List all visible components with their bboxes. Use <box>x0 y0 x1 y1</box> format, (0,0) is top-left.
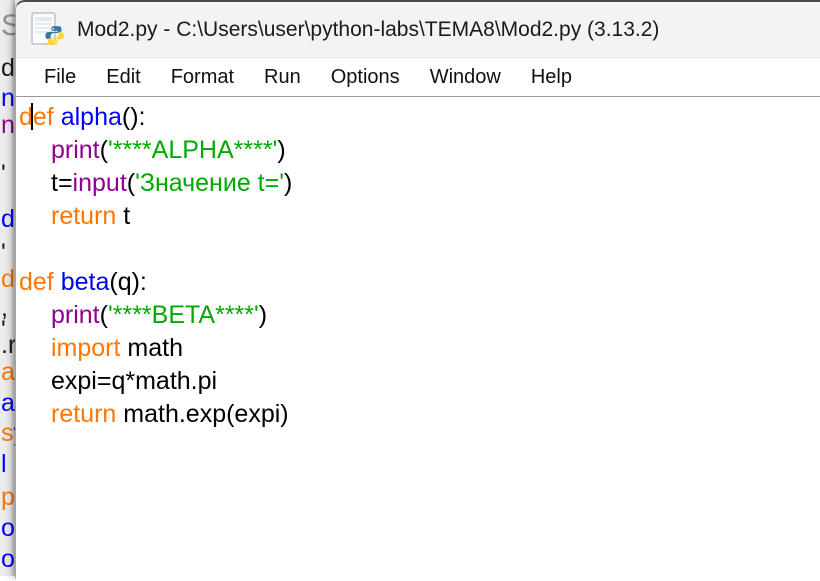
code-token-normal: ( <box>127 169 135 197</box>
menu-item-run[interactable]: Run <box>249 62 316 93</box>
code-token-string: 'Значение t=' <box>135 169 284 197</box>
bg-window-text-fragment: S <box>1 11 15 41</box>
code-token-keyword: def <box>19 268 61 296</box>
code-line: return math.exp(expi) <box>19 398 820 431</box>
bg-window-text-fragment: d <box>1 267 15 292</box>
menu-item-edit[interactable]: Edit <box>91 62 155 93</box>
bg-window-text-fragment: oc <box>1 547 15 572</box>
code-line: return t <box>19 200 820 233</box>
code-line: def alpha(): <box>19 101 820 134</box>
code-token-string: '****ALPHA****' <box>108 136 277 164</box>
code-token-keyword: def <box>19 103 61 131</box>
menu-bar: FileEditFormatRunOptionsWindowHelp <box>16 58 820 97</box>
code-line: print('****ALPHA****') <box>19 134 820 167</box>
code-token-normal: (): <box>122 103 146 131</box>
code-token-normal: (q): <box>109 268 147 296</box>
background-window-strip[interactable]: Sdincn'd'd,'.racasylpococ <box>0 0 15 576</box>
bg-window-text-fragment: d <box>1 207 15 232</box>
bg-window-text-fragment: nc <box>1 86 15 111</box>
bg-window-text-fragment: ' <box>1 241 6 266</box>
window-title: Mod2.py - C:\Users\user\python-labs\TEMA… <box>77 18 659 42</box>
code-token-builtin: input <box>73 169 127 197</box>
code-line: t=input('Значение t=') <box>19 167 820 200</box>
code-token-keyword: return <box>51 202 123 230</box>
code-token-normal: ) <box>259 301 267 329</box>
code-token-normal: math.exp(expi) <box>123 400 288 428</box>
code-token-definition: alpha <box>61 103 122 131</box>
code-token-builtin: print <box>51 136 100 164</box>
bg-window-text-fragment: oc <box>1 516 15 541</box>
bg-window-text-fragment: .r <box>1 333 15 358</box>
python-file-icon <box>31 12 65 48</box>
bg-window-text-fragment: ' <box>1 162 6 187</box>
menu-item-format[interactable]: Format <box>156 62 249 93</box>
code-token-string: '****BETA****' <box>108 301 259 329</box>
bg-window-text-fragment: ac <box>1 360 15 385</box>
code-token-definition: beta <box>61 268 110 296</box>
code-line: import math <box>19 332 820 365</box>
code-token-keyword: return <box>51 400 123 428</box>
bg-window-text-fragment: sy <box>1 421 15 446</box>
code-token-keyword: import <box>51 334 127 362</box>
code-editor[interactable]: def alpha():print('****ALPHA****')t=inpu… <box>16 97 820 581</box>
code-line <box>19 233 820 266</box>
code-token-normal: ) <box>277 136 285 164</box>
bg-window-text-fragment: n <box>1 113 15 138</box>
code-token-normal: ( <box>100 136 108 164</box>
code-token-normal: expi=q*math.pi <box>51 367 217 395</box>
text-cursor <box>31 103 33 130</box>
bg-window-text-fragment: p <box>1 485 15 510</box>
code-token-normal: ) <box>284 169 292 197</box>
code-token-normal: t= <box>51 169 73 197</box>
code-token-normal: math <box>127 334 183 362</box>
code-token-normal: ( <box>100 301 108 329</box>
menu-item-options[interactable]: Options <box>316 62 415 93</box>
code-line: def beta(q): <box>19 266 820 299</box>
code-line: print('****BETA****') <box>19 299 820 332</box>
idle-editor-window: Mod2.py - C:\Users\user\python-labs\TEMA… <box>15 0 820 578</box>
menu-item-help[interactable]: Help <box>516 62 587 93</box>
code-token-builtin: print <box>51 301 100 329</box>
window-titlebar[interactable]: Mod2.py - C:\Users\user\python-labs\TEMA… <box>16 2 820 58</box>
bg-window-text-fragment: di <box>1 56 15 81</box>
code-token-normal: t <box>123 202 130 230</box>
bg-window-text-fragment: a <box>1 391 15 416</box>
menu-item-file[interactable]: File <box>29 62 91 93</box>
menu-item-window[interactable]: Window <box>415 62 516 93</box>
code-line: expi=q*math.pi <box>19 365 820 398</box>
bg-window-text-fragment: l <box>1 452 7 477</box>
